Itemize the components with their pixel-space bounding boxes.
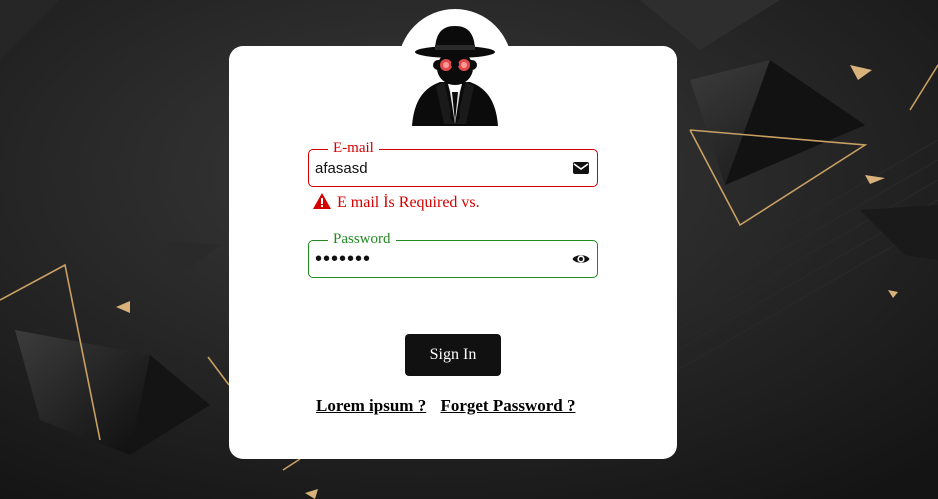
- password-input[interactable]: [315, 248, 555, 270]
- lorem-ipsum-link[interactable]: Lorem ipsum ?: [316, 396, 426, 415]
- eye-icon[interactable]: [572, 250, 590, 268]
- email-input[interactable]: [315, 157, 555, 179]
- email-label: E-mail: [328, 138, 379, 158]
- spy-agent-icon: [412, 26, 498, 126]
- password-field: Password: [308, 229, 598, 278]
- warning-icon: [313, 193, 331, 209]
- forget-password-link[interactable]: Forget Password ?: [440, 396, 575, 415]
- footer-links: Lorem ipsum ? Forget Password ?: [316, 396, 575, 416]
- sign-in-button[interactable]: Sign In: [405, 334, 501, 376]
- envelope-icon: [573, 162, 589, 174]
- password-label: Password: [328, 229, 396, 249]
- email-field: E-mail: [308, 138, 598, 187]
- email-error-message: E mail İs Required vs.: [313, 193, 480, 213]
- email-error-text: E mail İs Required vs.: [337, 194, 480, 211]
